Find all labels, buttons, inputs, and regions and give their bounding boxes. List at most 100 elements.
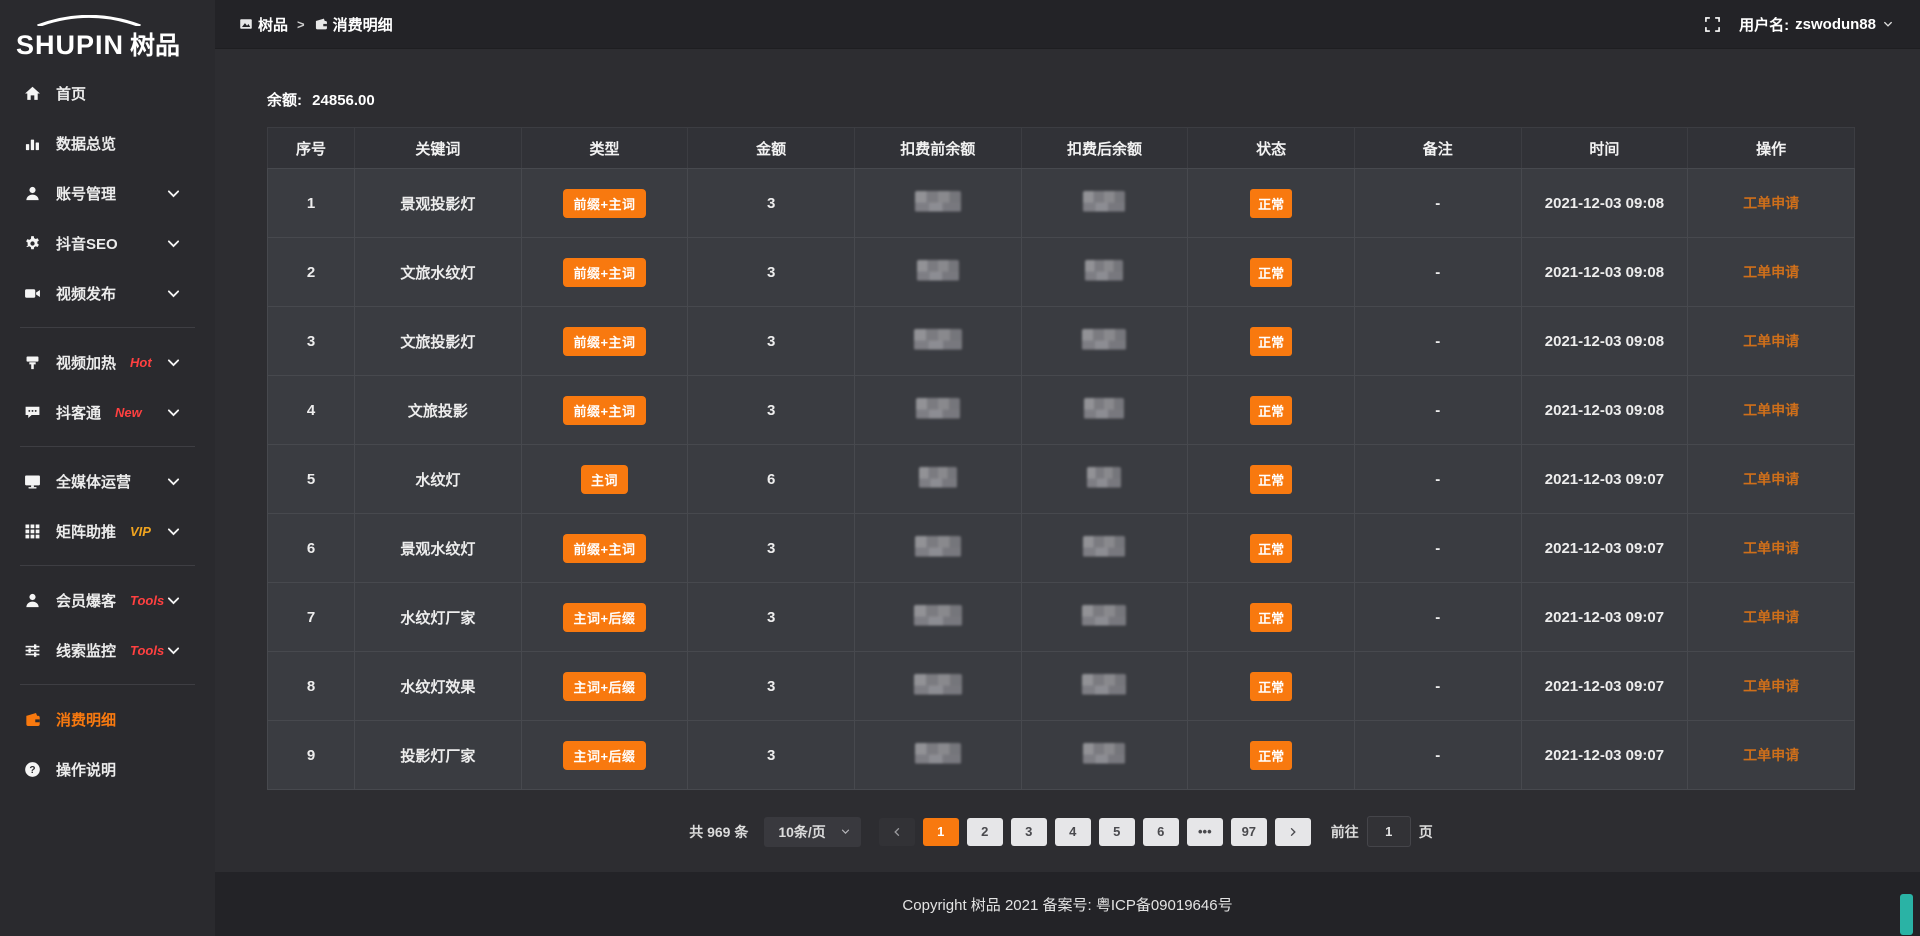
redacted-value <box>914 605 962 626</box>
user-icon <box>24 185 41 202</box>
page-number-list: 123456 ••• 97 <box>923 818 1267 846</box>
sidebar-item-member-burst[interactable]: 会员爆客Tools <box>0 575 215 625</box>
fullscreen-icon[interactable] <box>1704 16 1721 33</box>
sidebar-item-account-management[interactable]: 账号管理 <box>0 168 215 218</box>
table-column-header: 备注 <box>1354 128 1521 169</box>
cell-action: 工单申请 <box>1688 445 1855 514</box>
breadcrumb-item-consumption[interactable]: 消费明细 <box>314 14 393 35</box>
work-order-link[interactable]: 工单申请 <box>1743 540 1799 556</box>
cell-remark: - <box>1354 721 1521 790</box>
redacted-value <box>1082 329 1126 350</box>
cell-keyword: 景观水纹灯 <box>355 514 522 583</box>
sidebar-item-matrix-boost[interactable]: 矩阵助推VIP <box>0 506 215 556</box>
cell-no: 2 <box>268 238 355 307</box>
cell-type: 主词+后缀 <box>521 721 688 790</box>
page-button-4[interactable]: 4 <box>1055 818 1091 846</box>
redacted-value <box>1084 398 1124 419</box>
chevron-down-icon <box>165 473 182 490</box>
sidebar-item-data-overview[interactable]: 数据总览 <box>0 118 215 168</box>
cell-no: 3 <box>268 307 355 376</box>
chevron-right-icon <box>1287 826 1299 838</box>
logo-text-en: SHUPIN <box>16 30 124 61</box>
home-icon <box>24 85 41 102</box>
prev-page-button[interactable] <box>879 818 915 846</box>
sidebar-item-consumption-detail[interactable]: 消费明细 <box>0 694 215 744</box>
pagination: 共 969 条 10条/页 123456•••97 前往 页 <box>267 816 1855 847</box>
page-button-3[interactable]: 3 <box>1011 818 1047 846</box>
table-head: 序号关键词类型金额扣费前余额扣费后余额状态备注时间操作 <box>268 128 1855 169</box>
sidebar-item-doukertong[interactable]: 抖客通New <box>0 387 215 437</box>
cell-balance-after <box>1021 307 1188 376</box>
sidebar-item-video-heat[interactable]: 视频加热Hot <box>0 337 215 387</box>
type-badge: 主词+后缀 <box>563 603 645 632</box>
sidebar-item-label: 账号管理 <box>56 183 116 204</box>
sidebar-item-all-media-operation[interactable]: 全媒体运营 <box>0 456 215 506</box>
page-button-97[interactable]: 97 <box>1231 818 1267 846</box>
cell-balance-before <box>854 445 1021 514</box>
goto-page-input[interactable] <box>1367 816 1411 847</box>
brand-logo[interactable]: SHUPIN 树品 <box>0 0 215 64</box>
main-content: 余额: 24856.00 序号关键词类型金额扣费前余额扣费后余额状态备注时间操作… <box>215 49 1920 872</box>
work-order-link[interactable]: 工单申请 <box>1743 609 1799 625</box>
chevron-down-icon <box>165 592 182 609</box>
cell-balance-after <box>1021 238 1188 307</box>
work-order-link[interactable]: 工单申请 <box>1743 402 1799 418</box>
work-order-link[interactable]: 工单申请 <box>1743 264 1799 280</box>
table-column-header: 序号 <box>268 128 355 169</box>
grid-icon <box>24 523 41 540</box>
status-badge: 正常 <box>1250 327 1292 356</box>
sidebar-item-label: 抖音SEO <box>56 233 118 254</box>
page-size-select[interactable]: 10条/页 <box>764 817 860 847</box>
cell-balance-after <box>1021 514 1188 583</box>
sidebar-item-label: 数据总览 <box>56 133 116 154</box>
page-button-5[interactable]: 5 <box>1099 818 1135 846</box>
page-button-2[interactable]: 2 <box>967 818 1003 846</box>
sidebar-item-video-publish[interactable]: 视频发布 <box>0 268 215 318</box>
screen-brush-icon <box>24 354 41 371</box>
cell-time: 2021-12-03 09:08 <box>1521 307 1688 376</box>
work-order-link[interactable]: 工单申请 <box>1743 195 1799 211</box>
type-badge: 主词+后缀 <box>563 741 645 770</box>
page-button-1[interactable]: 1 <box>923 818 959 846</box>
user-dropdown[interactable]: 用户名: zswodun88 <box>1739 14 1894 35</box>
breadcrumb-label: 树品 <box>258 14 288 35</box>
work-order-link[interactable]: 工单申请 <box>1743 471 1799 487</box>
sidebar-item-badge: Hot <box>130 355 152 370</box>
balance-summary: 余额: 24856.00 <box>267 89 1855 110</box>
cell-keyword: 水纹灯效果 <box>355 652 522 721</box>
next-page-button[interactable] <box>1275 818 1311 846</box>
menu-divider <box>20 446 195 447</box>
wallet-icon <box>24 711 41 728</box>
table-body: 1景观投影灯前缀+主词3正常-2021-12-03 09:08工单申请2文旅水纹… <box>268 169 1855 790</box>
cell-status: 正常 <box>1188 652 1355 721</box>
balance-value: 24856.00 <box>312 92 375 109</box>
sidebar-item-lead-monitor[interactable]: 线索监控Tools <box>0 625 215 675</box>
monitor-icon <box>24 473 41 490</box>
breadcrumb-item-shupin[interactable]: 树品 <box>239 14 288 35</box>
status-badge: 正常 <box>1250 396 1292 425</box>
cell-remark: - <box>1354 307 1521 376</box>
logo-text-cn: 树品 <box>130 26 180 62</box>
table-row: 6景观水纹灯前缀+主词3正常-2021-12-03 09:07工单申请 <box>268 514 1855 583</box>
work-order-link[interactable]: 工单申请 <box>1743 678 1799 694</box>
table-column-header: 时间 <box>1521 128 1688 169</box>
cell-keyword: 文旅投影灯 <box>355 307 522 376</box>
work-order-link[interactable]: 工单申请 <box>1743 747 1799 763</box>
cell-remark: - <box>1354 169 1521 238</box>
type-badge: 前缀+主词 <box>563 396 645 425</box>
work-order-link[interactable]: 工单申请 <box>1743 333 1799 349</box>
top-header: 树品 > 消费明细 用户名: zswodun88 <box>215 0 1920 49</box>
sidebar-item-douyin-seo[interactable]: 抖音SEO <box>0 218 215 268</box>
chevron-down-icon <box>165 185 182 202</box>
table-row: 9投影灯厂家主词+后缀3正常-2021-12-03 09:07工单申请 <box>268 721 1855 790</box>
table-row: 7水纹灯厂家主词+后缀3正常-2021-12-03 09:07工单申请 <box>268 583 1855 652</box>
cell-remark: - <box>1354 514 1521 583</box>
sidebar-item-home[interactable]: 首页 <box>0 68 215 118</box>
cell-balance-after <box>1021 652 1188 721</box>
username-label: 用户名: <box>1739 14 1789 35</box>
page-button-6[interactable]: 6 <box>1143 818 1179 846</box>
floating-widget[interactable] <box>1900 894 1913 935</box>
page-ellipsis-button[interactable]: ••• <box>1187 818 1223 846</box>
sidebar-item-operation-guide[interactable]: ?操作说明 <box>0 744 215 794</box>
table-column-header: 扣费前余额 <box>854 128 1021 169</box>
